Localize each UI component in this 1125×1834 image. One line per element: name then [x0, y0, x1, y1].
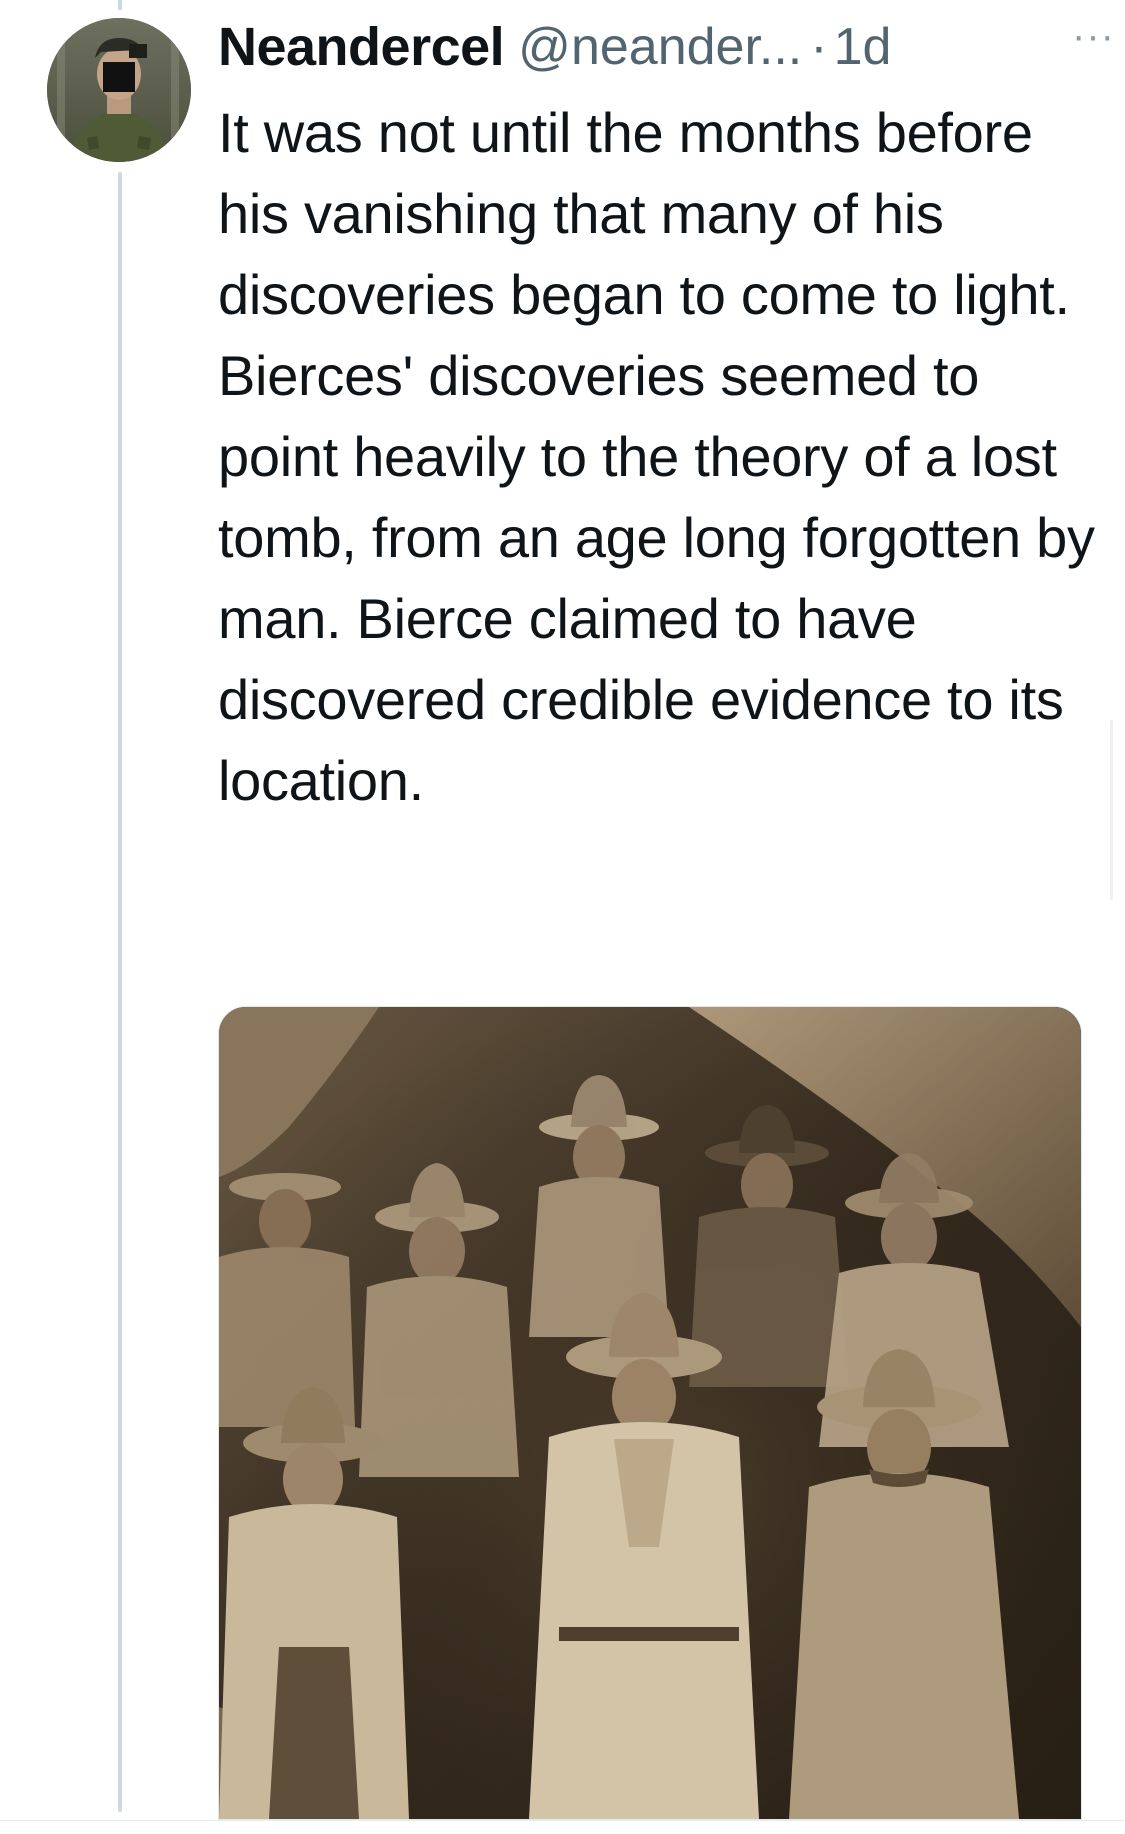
- more-options-icon[interactable]: ···: [1072, 14, 1115, 59]
- author-display-name[interactable]: Neandercel: [218, 16, 505, 78]
- tweet-timestamp[interactable]: 1d: [834, 17, 892, 77]
- header-separator: ·: [810, 18, 828, 76]
- scrollbar-track[interactable]: [1110, 720, 1113, 900]
- thread-line-top: [118, 0, 122, 10]
- tweet-text: It was not until the months before his v…: [218, 101, 1095, 812]
- author-handle[interactable]: @neander...: [518, 17, 802, 77]
- thread-connector-line: [118, 172, 122, 1812]
- avatar-photo-icon: [47, 18, 191, 162]
- bottom-divider: [0, 1820, 1125, 1821]
- tweet-header: Neandercel @neander... · 1d: [218, 12, 1108, 82]
- sepia-group-photo-icon: [219, 1007, 1081, 1819]
- tweet-media-image[interactable]: [218, 1006, 1082, 1820]
- author-avatar[interactable]: [47, 18, 191, 162]
